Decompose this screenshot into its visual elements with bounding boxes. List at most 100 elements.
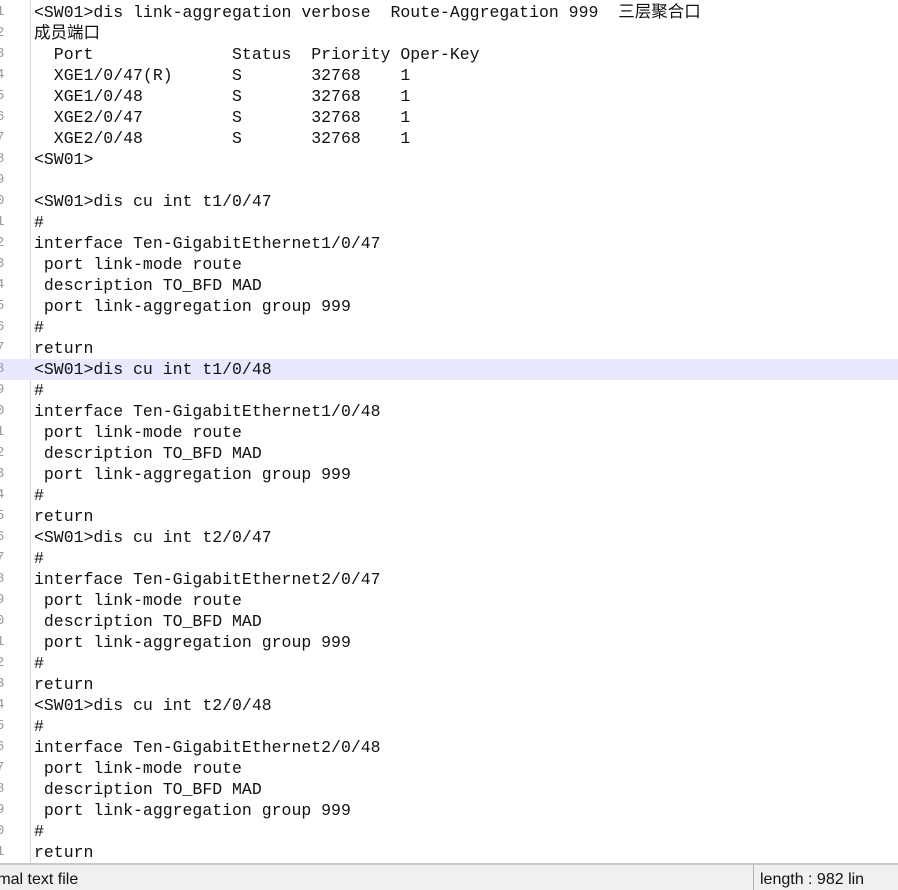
- editor-line[interactable]: 5 port link-aggregation group 999: [0, 296, 898, 317]
- editor-line[interactable]: 1 port link-mode route: [0, 422, 898, 443]
- line-number: 8: [0, 781, 5, 797]
- editor-line[interactable]: 4 XGE1/0/47(R) S 32768 1: [0, 65, 898, 86]
- editor-line[interactable]: 8 <SW01>: [0, 149, 898, 170]
- line-text: <SW01>dis cu int t2/0/48: [34, 696, 272, 715]
- editor-line[interactable]: 4 <SW01>dis cu int t2/0/48: [0, 695, 898, 716]
- line-number: 0: [0, 193, 5, 209]
- line-text: interface Ten-GigabitEthernet2/0/48: [34, 738, 381, 757]
- line-number: 1: [0, 214, 5, 230]
- line-text: Port Status Priority Oper-Key: [34, 45, 480, 64]
- editor-line[interactable]: 0 <SW01>dis cu int t1/0/47: [0, 191, 898, 212]
- line-number: 9: [0, 172, 5, 188]
- line-text: port link-aggregation group 999: [34, 465, 351, 484]
- line-number: 3: [0, 466, 5, 482]
- editor-line[interactable]: 3 port link-aggregation group 999: [0, 464, 898, 485]
- line-number: 7: [0, 760, 5, 776]
- editor-line[interactable]: 8 interface Ten-GigabitEthernet2/0/47: [0, 569, 898, 590]
- line-text: #: [34, 822, 44, 841]
- line-text: #: [34, 213, 44, 232]
- line-text: description TO_BFD MAD: [34, 612, 262, 631]
- line-number: 1: [0, 424, 5, 440]
- editor-line[interactable]: 2 interface Ten-GigabitEthernet1/0/47: [0, 233, 898, 254]
- status-file-type: rmal text file: [0, 871, 79, 888]
- editor-line[interactable]: 9 port link-aggregation group 999: [0, 800, 898, 821]
- line-number: 5: [0, 718, 5, 734]
- editor-line[interactable]: 5 XGE1/0/48 S 32768 1: [0, 86, 898, 107]
- editor-line[interactable]: 7 #: [0, 548, 898, 569]
- editor-line[interactable]: 6 XGE2/0/47 S 32768 1: [0, 107, 898, 128]
- line-number: 0: [0, 403, 5, 419]
- editor-line[interactable]: 9 #: [0, 380, 898, 401]
- line-text: <SW01>dis cu int t1/0/47: [34, 192, 272, 211]
- editor-line[interactable]: 0 #: [0, 821, 898, 842]
- line-number: 6: [0, 529, 5, 545]
- editor-line[interactable]: 2 成员端口: [0, 23, 898, 44]
- line-text: return: [34, 339, 94, 358]
- line-text: 成员端口: [34, 24, 100, 43]
- line-number: 4: [0, 697, 5, 713]
- editor-line[interactable]: 3 return: [0, 674, 898, 695]
- editor-line[interactable]: 1 port link-aggregation group 999: [0, 632, 898, 653]
- line-number: 2: [0, 25, 5, 41]
- line-number: 8: [0, 151, 5, 167]
- editor-line[interactable]: 4 description TO_BFD MAD: [0, 275, 898, 296]
- line-number: 4: [0, 277, 5, 293]
- line-text: #: [34, 486, 44, 505]
- editor-line[interactable]: 5 #: [0, 716, 898, 737]
- line-text: port link-aggregation group 999: [34, 633, 351, 652]
- status-separator: [753, 865, 754, 890]
- editor-line[interactable]: 2 description TO_BFD MAD: [0, 443, 898, 464]
- editor-line[interactable]: 0 interface Ten-GigabitEthernet1/0/48: [0, 401, 898, 422]
- editor-line[interactable]: 7 XGE2/0/48 S 32768 1: [0, 128, 898, 149]
- editor-line[interactable]: 0 description TO_BFD MAD: [0, 611, 898, 632]
- line-number: 7: [0, 550, 5, 566]
- editor-line[interactable]: 1 <SW01>dis link-aggregation verbose Rout…: [0, 2, 898, 23]
- line-text: XGE2/0/48 S 32768 1: [34, 129, 411, 148]
- line-number: 3: [0, 676, 5, 692]
- line-number: 9: [0, 592, 5, 608]
- editor-line[interactable]: 6 interface Ten-GigabitEthernet2/0/48: [0, 737, 898, 758]
- editor-line[interactable]: 1 return: [0, 842, 898, 863]
- line-text: <SW01>dis link-aggregation verbose Route…: [34, 3, 701, 22]
- line-number: 9: [0, 382, 5, 398]
- editor-line[interactable]: 8 description TO_BFD MAD: [0, 779, 898, 800]
- line-number: 1: [0, 634, 5, 650]
- line-text: interface Ten-GigabitEthernet1/0/48: [34, 402, 381, 421]
- line-text: return: [34, 507, 94, 526]
- line-number: 9: [0, 802, 5, 818]
- line-number: 6: [0, 109, 5, 125]
- status-length: length : 982 lin: [760, 871, 865, 888]
- editor-line[interactable]: 8 <SW01>dis cu int t1/0/48: [0, 359, 898, 380]
- editor-line[interactable]: 6 #: [0, 317, 898, 338]
- line-number: 4: [0, 67, 5, 83]
- editor-line[interactable]: 3 Port Status Priority Oper-Key: [0, 44, 898, 65]
- line-text: return: [34, 843, 94, 862]
- line-text: port link-mode route: [34, 255, 242, 274]
- editor-line[interactable]: 9: [0, 170, 898, 191]
- editor-line[interactable]: 1 #: [0, 212, 898, 233]
- editor-line[interactable]: 5 return: [0, 506, 898, 527]
- editor-line[interactable]: 7 port link-mode route: [0, 758, 898, 779]
- line-text: <SW01>dis cu int t2/0/47: [34, 528, 272, 547]
- editor-line[interactable]: 4 #: [0, 485, 898, 506]
- line-text: port link-mode route: [34, 591, 242, 610]
- line-number: 5: [0, 508, 5, 524]
- line-text: <SW01>: [34, 150, 94, 169]
- editor-line[interactable]: 3 port link-mode route: [0, 254, 898, 275]
- status-bar: rmal text file length : 982 lin: [0, 863, 898, 890]
- line-number: 3: [0, 46, 5, 62]
- line-text: XGE2/0/47 S 32768 1: [34, 108, 411, 127]
- line-number: 2: [0, 445, 5, 461]
- line-text: interface Ten-GigabitEthernet2/0/47: [34, 570, 381, 589]
- editor-line[interactable]: 9 port link-mode route: [0, 590, 898, 611]
- line-number: 0: [0, 613, 5, 629]
- editor-line[interactable]: 7 return: [0, 338, 898, 359]
- editor-line[interactable]: 6 <SW01>dis cu int t2/0/47: [0, 527, 898, 548]
- line-number: 8: [0, 361, 5, 377]
- line-number: 5: [0, 88, 5, 104]
- line-text: #: [34, 717, 44, 736]
- text-editor[interactable]: 1 <SW01>dis link-aggregation verbose Rout…: [0, 0, 898, 863]
- line-text: port link-mode route: [34, 759, 242, 778]
- line-text: #: [34, 318, 44, 337]
- editor-line[interactable]: 2 #: [0, 653, 898, 674]
